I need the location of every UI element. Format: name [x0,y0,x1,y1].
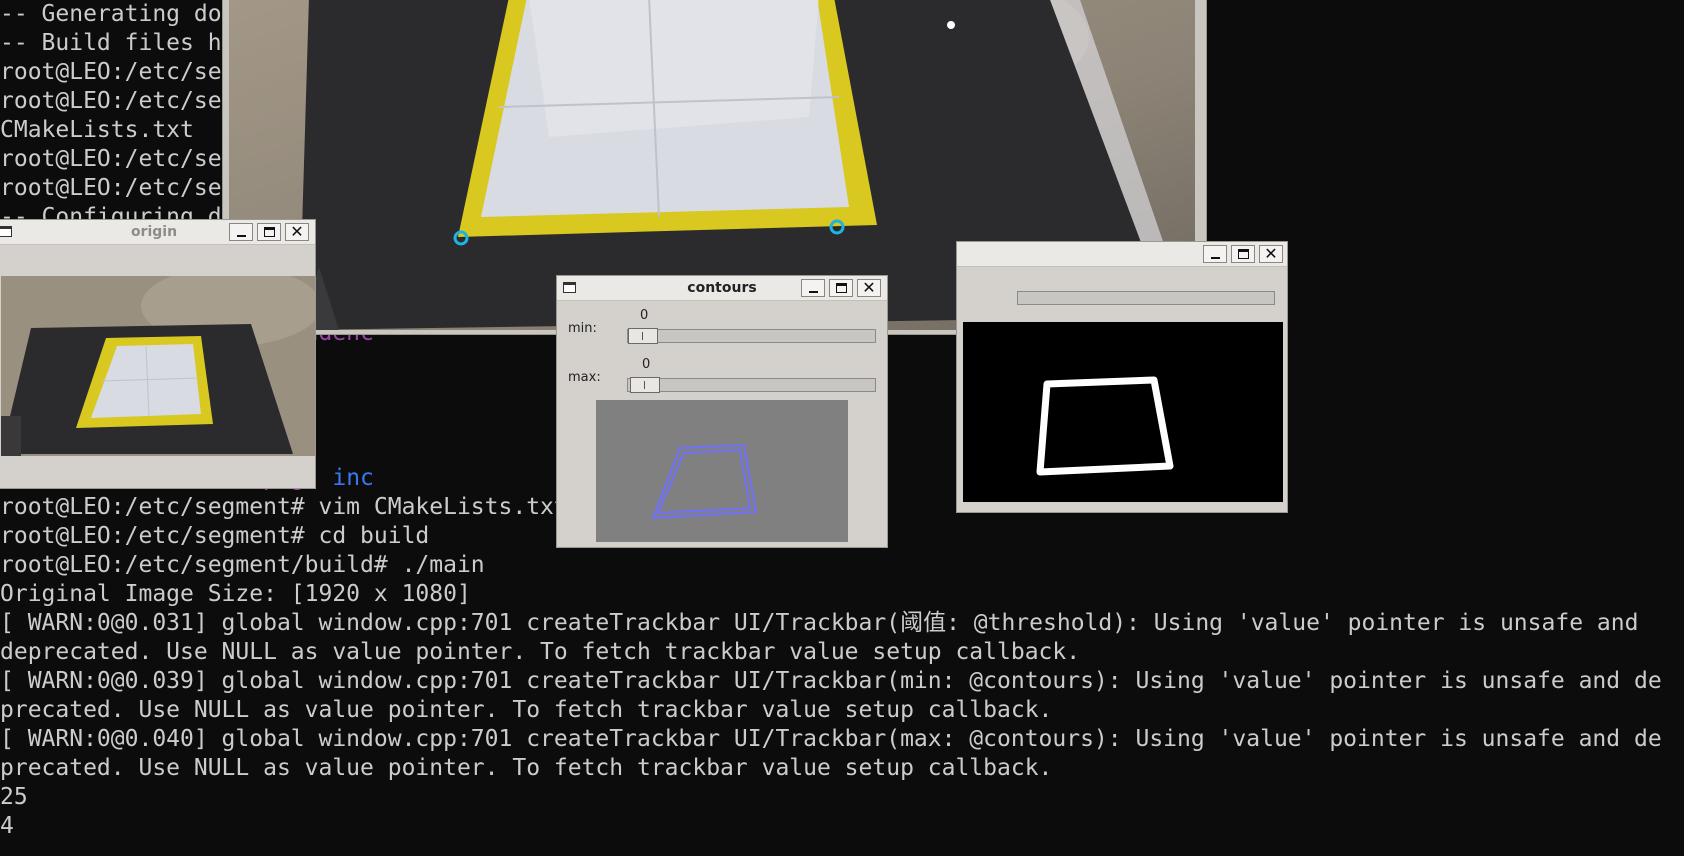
maximize-icon [264,227,275,237]
trackbar-max: max: 0 [565,357,879,403]
terminal-text: -- Generating don [0,1,236,27]
trackbar-min-handle[interactable] [628,328,658,344]
minimize-icon [1211,257,1220,259]
trackbar-min: min: 0 [565,308,879,354]
terminal-text: 4 [0,813,14,839]
origin-image [1,276,315,456]
contours-image [596,400,848,542]
contours-window[interactable]: contours ✕ min: 0 max: 0 [556,275,888,548]
terminal-text: [ WARN:0@0.039] global window.cpp:701 cr… [0,668,1662,694]
terminal-line: Original Image Size: [1920 x 1080] [0,580,471,609]
origin-titlebar[interactable]: origin ✕ [0,220,315,245]
terminal-text: 25 [0,784,28,810]
terminal-text: precated. Use NULL as value pointer. To … [0,755,1053,781]
terminal-text: -- Build files ha [0,30,236,56]
close-icon: ✕ [290,222,304,241]
terminal-line: root@LEO:/etc/segment# vim CMakeLists.tx… [0,493,568,522]
trackbar-min-track[interactable] [627,328,876,344]
terminal-line: 25 [0,783,28,812]
terminal-text: root@LEO:/etc/seg [0,88,236,114]
minimize-icon [809,291,818,293]
terminal-text: root@LEO:/etc/segment# vim CMakeLists.tx… [0,494,568,520]
minimize-button[interactable] [229,223,253,241]
terminal-text: root@LEO:/etc/segment/build# ./main [0,552,485,578]
threshold-image [963,322,1283,502]
terminal-text: precated. Use NULL as value pointer. To … [0,697,1053,723]
terminal-line: -- Build files ha [0,29,235,58]
terminal-text: CMakeLists.txt [0,117,222,143]
threshold-trackbar-track[interactable] [1017,291,1275,305]
terminal-line: root@LEO:/etc/seg [0,174,235,203]
trackbar-max-track[interactable] [627,377,876,393]
origin-window[interactable]: origin ✕ [0,219,316,489]
terminal-line: [ WARN:0@0.039] global window.cpp:701 cr… [0,667,1662,696]
terminal-line: root@LEO:/etc/seg [0,58,235,87]
minimize-button[interactable] [801,279,825,297]
terminal-text: [ WARN:0@0.031] global window.cpp:701 cr… [0,610,1639,636]
trackbar-max-label: max: [568,370,601,385]
maximize-button[interactable] [829,279,853,297]
maximize-button[interactable] [1231,245,1255,263]
terminal-line: root@LEO:/etc/seg [0,145,235,174]
terminal-line: -- Generating don [0,0,235,29]
threshold-window[interactable]: ✕ [956,241,1288,513]
terminal-line: precated. Use NULL as value pointer. To … [0,696,1052,725]
trackbar-min-label: min: [568,321,597,336]
terminal-text: root@LEO:/etc/seg [0,175,236,201]
terminal-line: 4 [0,812,14,841]
terminal-line: root@LEO:/etc/seg [0,87,235,116]
terminal-line: CMakeLists.txt b [0,116,235,145]
terminal-line: deprecated. Use NULL as value pointer. T… [0,638,1080,667]
maximize-icon [836,283,847,293]
trackbar-max-value: 0 [642,357,651,372]
minimize-button[interactable] [1203,245,1227,263]
maximize-icon [1238,249,1249,259]
close-button[interactable]: ✕ [285,223,309,241]
terminal-line: precated. Use NULL as value pointer. To … [0,754,1052,783]
close-icon: ✕ [862,278,876,297]
close-icon: ✕ [1264,244,1278,263]
terminal-text: root@LEO:/etc/seg [0,146,236,172]
terminal-text: deprecated. Use NULL as value pointer. T… [0,639,1081,665]
terminal-text: root@LEO:/etc/seg [0,59,236,85]
terminal-line: root@LEO:/etc/segment# cd build [0,522,429,551]
close-button[interactable]: ✕ [857,279,881,297]
terminal-text: inc [332,465,374,491]
threshold-titlebar[interactable]: ✕ [957,242,1287,267]
terminal-line: root@LEO:/etc/segment/build# ./main [0,551,485,580]
trackbar-min-value: 0 [640,308,649,323]
minimize-icon [237,235,246,237]
trackbar-max-handle[interactable] [630,377,660,393]
close-button[interactable]: ✕ [1259,245,1283,263]
maximize-button[interactable] [257,223,281,241]
contours-titlebar[interactable]: contours ✕ [557,276,887,301]
terminal-line: [ WARN:0@0.031] global window.cpp:701 cr… [0,609,1638,638]
terminal-text: Original Image Size: [1920 x 1080] [0,581,471,607]
terminal-text: root@LEO:/etc/segment# cd build [0,523,430,549]
terminal-line: [ WARN:0@0.040] global window.cpp:701 cr… [0,725,1662,754]
terminal-text: [ WARN:0@0.040] global window.cpp:701 cr… [0,726,1662,752]
